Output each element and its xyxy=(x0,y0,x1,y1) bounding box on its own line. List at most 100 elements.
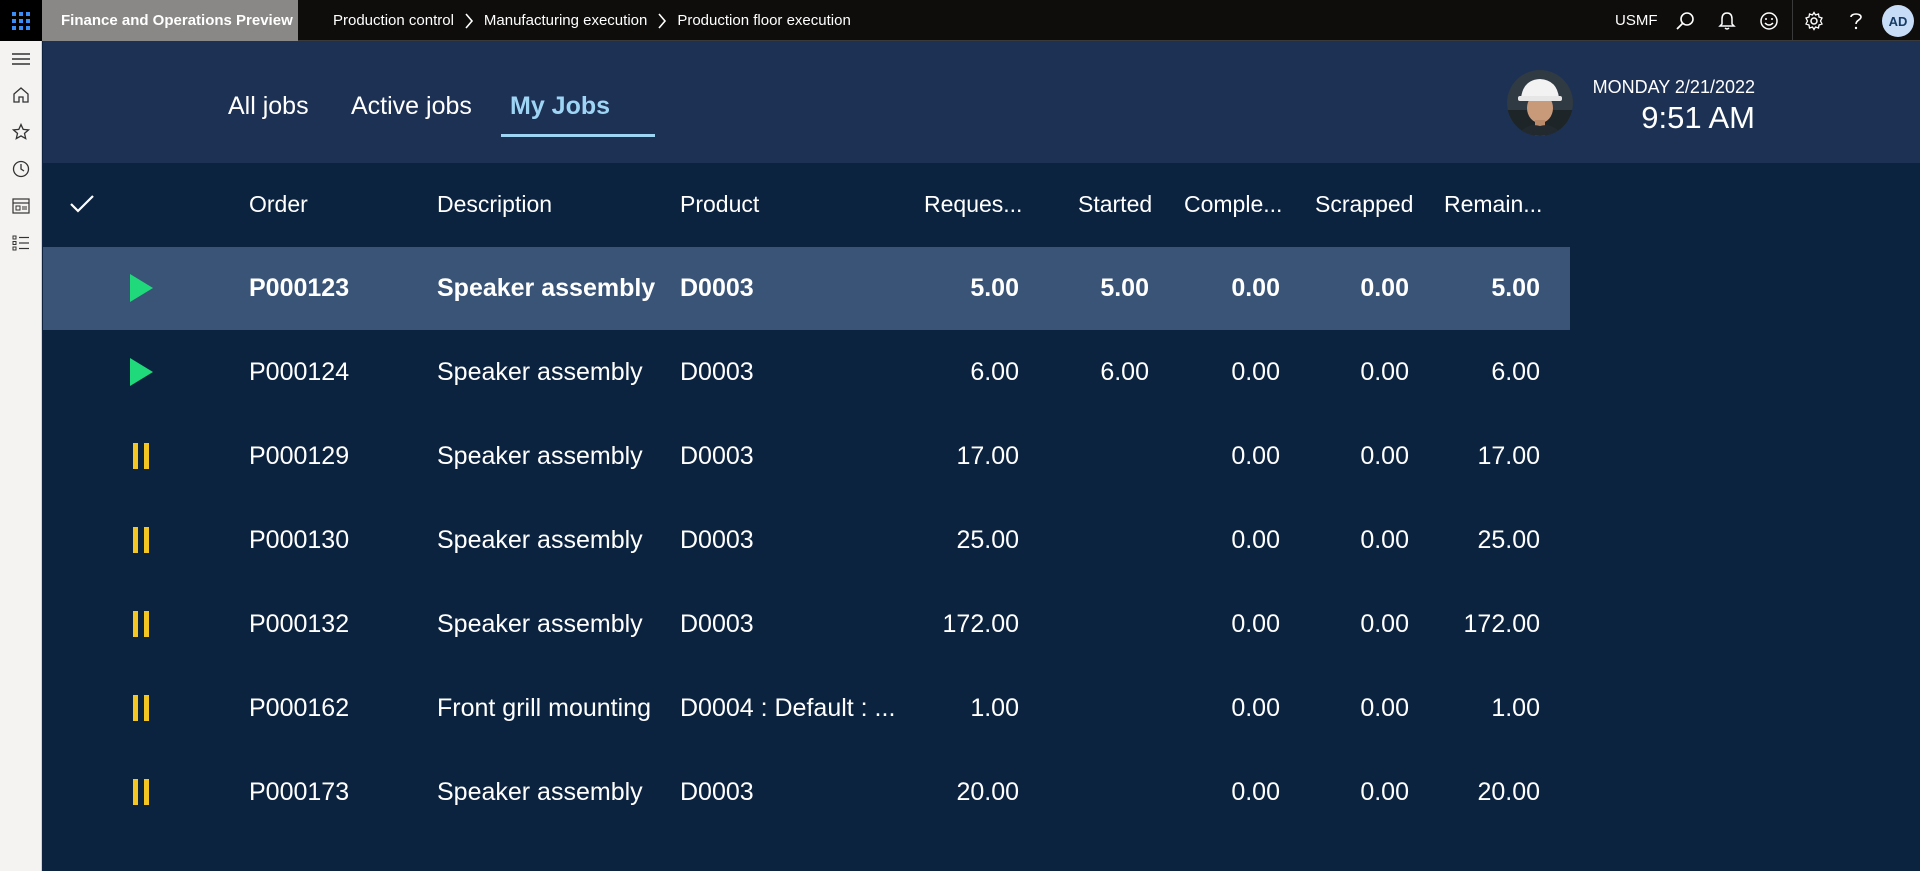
current-date: MONDAY 2/21/2022 xyxy=(1592,77,1755,97)
column-header-started[interactable]: Started xyxy=(1078,191,1152,218)
completed-cell: 0.00 xyxy=(1231,358,1280,386)
chevron-right-icon xyxy=(464,12,474,29)
description-cell: Front grill mounting xyxy=(437,694,651,722)
grid-header: Order Description Product Reques... Star… xyxy=(43,163,1573,247)
remaining-cell: 20.00 xyxy=(1477,778,1540,806)
column-header-requested[interactable]: Reques... xyxy=(924,191,1022,218)
remaining-cell: 25.00 xyxy=(1477,526,1540,554)
scrapped-cell: 0.00 xyxy=(1360,610,1409,638)
pause-icon[interactable] xyxy=(125,440,157,472)
product-cell: D0003 xyxy=(680,442,754,470)
workspace-icon[interactable] xyxy=(0,188,42,224)
description-cell: Speaker assembly xyxy=(437,610,643,638)
user-avatar[interactable]: AD xyxy=(1882,5,1914,37)
order-cell: P000124 xyxy=(249,358,350,386)
tab-all-jobs[interactable]: All jobs xyxy=(228,92,309,121)
tab-my-jobs[interactable]: My Jobs xyxy=(510,92,610,121)
scrapped-cell: 0.00 xyxy=(1360,442,1409,470)
breadcrumb-item-production-control[interactable]: Production control xyxy=(333,12,454,29)
company-picker[interactable]: USMF xyxy=(1615,0,1658,41)
order-cell: P000123 xyxy=(249,274,350,302)
star-icon[interactable] xyxy=(0,114,42,150)
worker-photo[interactable] xyxy=(1507,70,1573,136)
table-row[interactable]: P000132 Speaker assembly D0003 172.00 0.00 0.… xyxy=(43,583,1570,666)
top-bar: Finance and Operations Preview Productio… xyxy=(0,0,1920,41)
order-cell: P000173 xyxy=(249,778,350,806)
completed-cell: 0.00 xyxy=(1231,526,1280,554)
column-header-product[interactable]: Product xyxy=(680,191,759,218)
requested-cell: 1.00 xyxy=(970,694,1019,722)
bell-icon[interactable] xyxy=(1706,0,1748,41)
pause-icon[interactable] xyxy=(125,776,157,808)
breadcrumb-item-production-floor-execution[interactable]: Production floor execution xyxy=(677,12,850,29)
scrapped-cell: 0.00 xyxy=(1360,778,1409,806)
table-row[interactable]: P000130 Speaker assembly D0003 25.00 0.00 0.0… xyxy=(43,499,1570,582)
page-header: All jobs Active jobs My Jobs MONDAY 2/21… xyxy=(43,41,1920,163)
column-header-description[interactable]: Description xyxy=(437,191,552,218)
left-navigation xyxy=(0,41,42,871)
table-row[interactable]: P000123 Speaker assembly D0003 5.00 5.00 0.00… xyxy=(43,247,1570,330)
breadcrumb-item-manufacturing-execution[interactable]: Manufacturing execution xyxy=(484,12,647,29)
play-icon[interactable] xyxy=(125,356,157,388)
pause-icon[interactable] xyxy=(125,692,157,724)
tab-active-jobs[interactable]: Active jobs xyxy=(351,92,472,121)
scrapped-cell: 0.00 xyxy=(1360,358,1409,386)
description-cell: Speaker assembly xyxy=(437,778,643,806)
product-cell: D0003 xyxy=(680,358,754,386)
order-cell: P000162 xyxy=(249,694,350,722)
requested-cell: 20.00 xyxy=(956,778,1019,806)
requested-cell: 17.00 xyxy=(956,442,1019,470)
list-icon[interactable] xyxy=(0,225,42,261)
requested-cell: 6.00 xyxy=(970,358,1019,386)
clock-icon[interactable] xyxy=(0,151,42,187)
remaining-cell: 17.00 xyxy=(1477,442,1540,470)
started-cell: 6.00 xyxy=(1100,358,1149,386)
column-header-completed[interactable]: Comple... xyxy=(1184,191,1282,218)
description-cell: Speaker assembly xyxy=(437,274,656,302)
play-icon[interactable] xyxy=(125,272,157,304)
select-all-checkmark-icon[interactable] xyxy=(69,193,95,220)
order-cell: P000129 xyxy=(249,442,350,470)
started-cell: 5.00 xyxy=(1100,274,1149,302)
column-header-scrapped[interactable]: Scrapped xyxy=(1315,191,1413,218)
gear-icon[interactable] xyxy=(1793,0,1835,41)
table-row[interactable]: P000129 Speaker assembly D0003 17.00 0.00 0.0… xyxy=(43,415,1570,498)
search-icon[interactable] xyxy=(1664,0,1706,41)
column-header-order[interactable]: Order xyxy=(249,191,308,218)
requested-cell: 5.00 xyxy=(970,274,1019,302)
table-row[interactable]: P000173 Speaker assembly D0003 20.00 0.00 0.0… xyxy=(43,751,1570,834)
completed-cell: 0.00 xyxy=(1231,778,1280,806)
completed-cell: 0.00 xyxy=(1231,442,1280,470)
table-row[interactable]: P000124 Speaker assembly D0003 6.00 6.00 0.00… xyxy=(43,331,1570,414)
help-icon[interactable] xyxy=(1835,0,1877,41)
hamburger-icon[interactable] xyxy=(0,41,42,77)
description-cell: Speaker assembly xyxy=(437,442,643,470)
breadcrumb: Production control Manufacturing executi… xyxy=(333,0,851,41)
remaining-cell: 1.00 xyxy=(1491,694,1540,722)
pause-icon[interactable] xyxy=(125,608,157,640)
order-cell: P000130 xyxy=(249,526,350,554)
table-row[interactable]: P000162 Front grill mounting D0004 : Defau… xyxy=(43,667,1570,750)
remaining-cell: 172.00 xyxy=(1463,610,1540,638)
pause-icon[interactable] xyxy=(125,524,157,556)
app-launcher-icon[interactable] xyxy=(0,0,42,41)
main-content: All jobs Active jobs My Jobs MONDAY 2/21… xyxy=(43,41,1920,871)
home-icon[interactable] xyxy=(0,77,42,113)
order-cell: P000132 xyxy=(249,610,350,638)
scrapped-cell: 0.00 xyxy=(1360,274,1409,302)
app-title[interactable]: Finance and Operations Preview xyxy=(42,0,298,41)
current-time: 9:51 AM xyxy=(1641,100,1755,135)
description-cell: Speaker assembly xyxy=(437,526,643,554)
jobs-grid: Order Description Product Reques... Star… xyxy=(43,163,1920,871)
requested-cell: 172.00 xyxy=(942,610,1019,638)
completed-cell: 0.00 xyxy=(1231,610,1280,638)
chevron-right-icon xyxy=(657,12,667,29)
product-cell: D0003 xyxy=(680,526,754,554)
product-cell: D0003 xyxy=(680,610,754,638)
feedback-icon[interactable] xyxy=(1748,0,1790,41)
product-cell: D0003 xyxy=(680,274,754,302)
remaining-cell: 5.00 xyxy=(1491,274,1540,302)
completed-cell: 0.00 xyxy=(1231,274,1280,302)
completed-cell: 0.00 xyxy=(1231,694,1280,722)
column-header-remaining[interactable]: Remain... xyxy=(1444,191,1542,218)
